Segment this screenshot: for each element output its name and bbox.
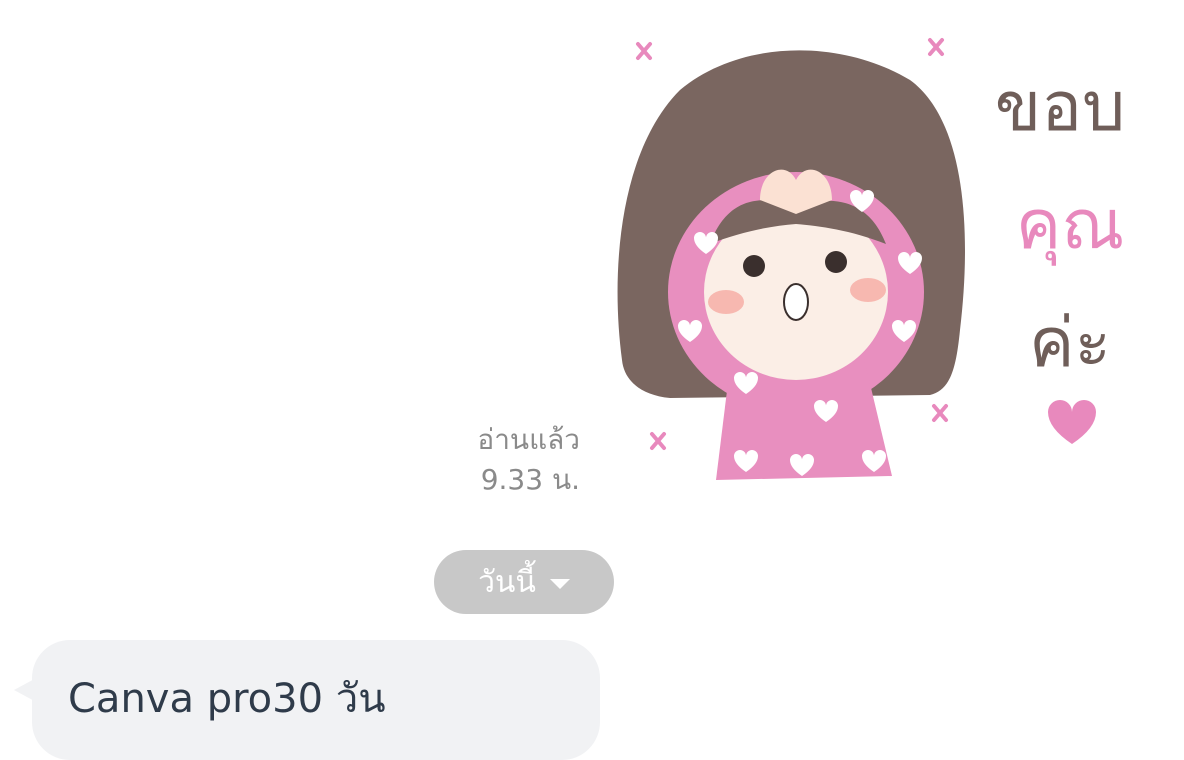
sticker-message[interactable]: ขอบ คุณ ค่ะ <box>600 30 1160 490</box>
date-separator-label: วันนี้ <box>478 564 536 600</box>
date-separator-button[interactable]: วันนี้ <box>434 550 614 614</box>
sticker-text-line2: คุณ <box>1016 186 1125 266</box>
incoming-message-text: Canva pro30 วัน <box>68 676 386 722</box>
incoming-message-bubble[interactable]: Canva pro30 วัน <box>32 640 600 760</box>
sticker-text-line1: ขอบ <box>995 68 1126 147</box>
read-status: อ่านแล้ว <box>477 423 580 456</box>
heart-icon <box>1048 400 1096 444</box>
thank-you-girl-sticker: ขอบ คุณ ค่ะ <box>617 38 1126 480</box>
read-receipt: อ่านแล้ว 9.33 น. <box>440 420 580 500</box>
sticker-text-line3: ค่ะ <box>1029 304 1111 383</box>
message-time: 9.33 น. <box>480 463 580 496</box>
caret-down-icon <box>549 579 570 589</box>
